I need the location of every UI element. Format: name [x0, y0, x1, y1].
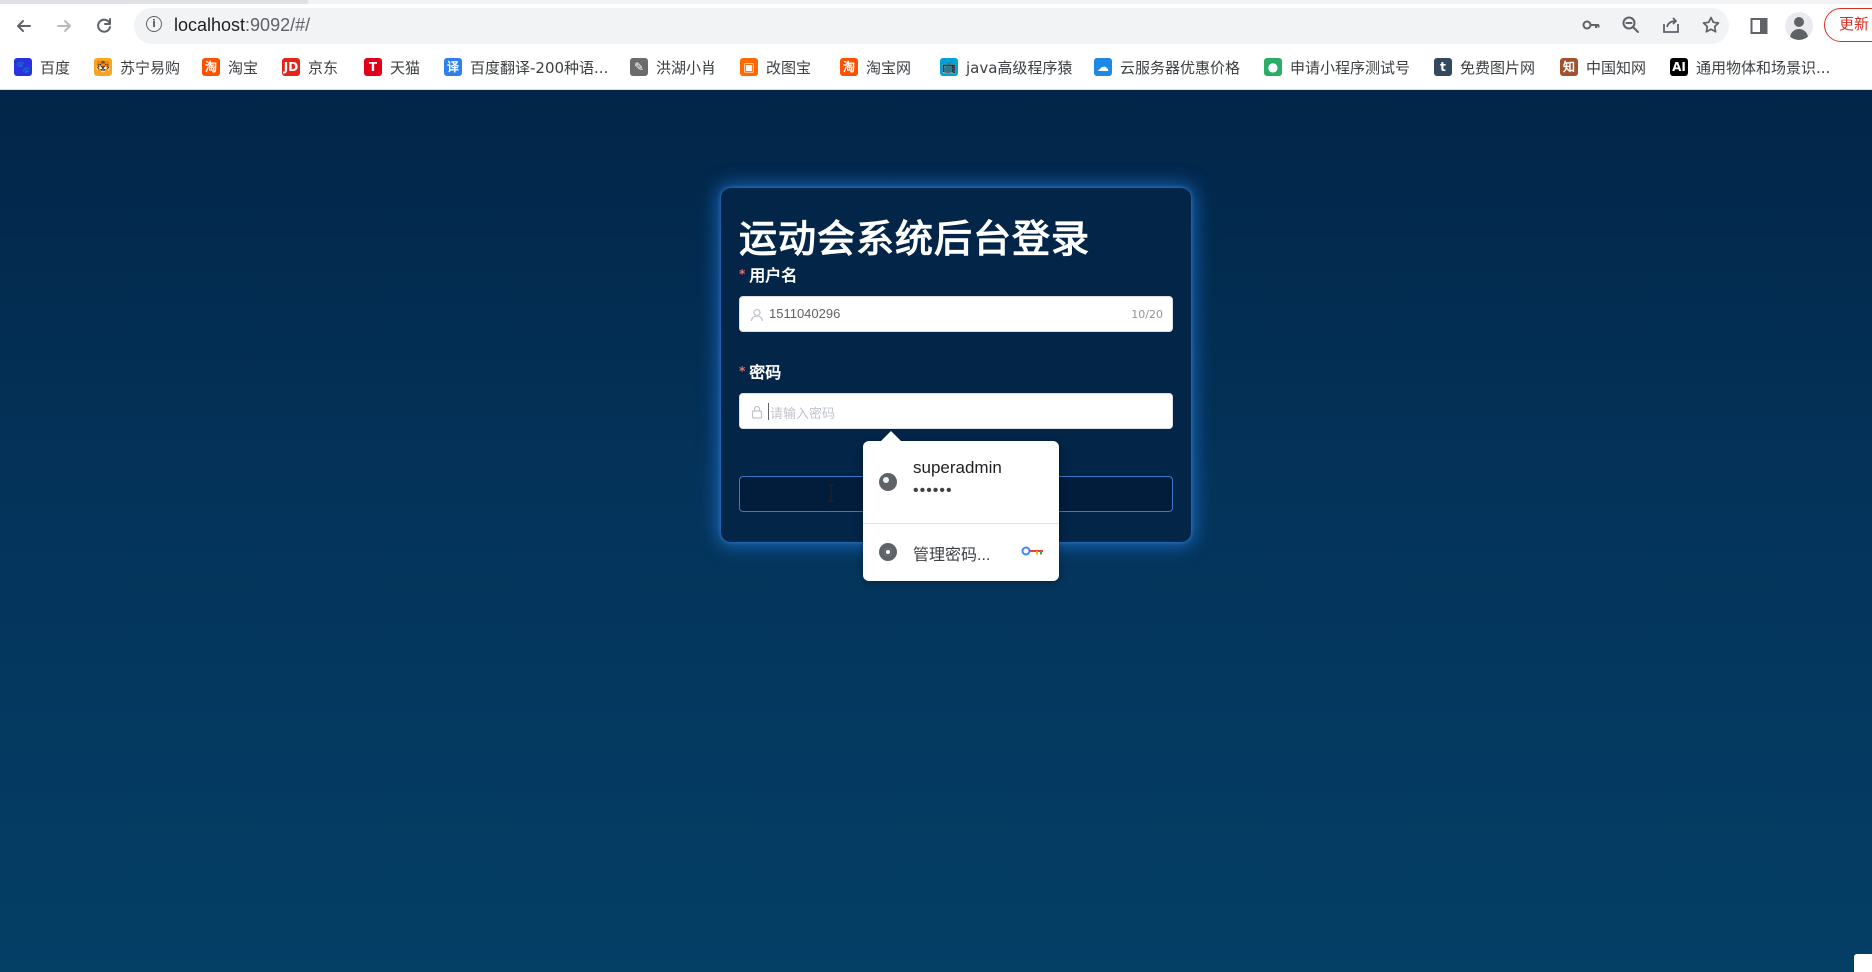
required-mark: * — [739, 267, 746, 281]
char-counter: 10/20 — [1131, 308, 1163, 321]
tab-strip-edge — [0, 0, 1872, 4]
bookmark-item[interactable]: 📺 java高级程序猿 — [940, 54, 1072, 80]
profile-icon[interactable] — [1785, 12, 1813, 40]
bookmark-item[interactable]: 淘淘宝 — [202, 54, 258, 80]
password-label-text: 密码 — [749, 363, 782, 382]
bookmark-favicon-icon: 🐯 — [94, 58, 112, 76]
bookmark-item[interactable]: 知中国知网 — [1560, 54, 1646, 80]
bookmark-item[interactable]: 🐾 百度 — [14, 54, 70, 80]
bookmarks-bar: 🐾 百度 🐯 苏宁易购淘淘宝 JD 京东 T 天猫译百度翻译-200种语... ✎ 洪湖小肖 ▣ 改图… — [0, 54, 1872, 80]
password-key-icon — [1021, 544, 1045, 556]
bookmark-favicon-icon: JD — [282, 58, 300, 76]
bookmark-label: 淘宝 — [228, 58, 259, 77]
bookmark-label: 申请小程序测试号 — [1290, 58, 1411, 77]
bookmark-favicon-icon: ☁ — [1094, 58, 1112, 76]
bookmark-item[interactable]: JD 京东 — [282, 54, 338, 80]
zoom-out-icon[interactable] — [1620, 15, 1642, 37]
bookmark-label: 淘宝网 — [866, 58, 912, 77]
bookmark-favicon-icon: ▣ — [740, 58, 758, 76]
password-label: * 密码 — [739, 359, 781, 383]
globe-icon — [879, 473, 897, 491]
bookmark-favicon-icon: 📺 — [940, 58, 958, 76]
bookmark-label: 苏宁易购 — [120, 58, 181, 77]
bookmark-label: 京东 — [308, 58, 339, 77]
url-text[interactable]: localhost:9092/#/ — [174, 15, 310, 36]
bookmark-item[interactable]: 淘淘宝网 — [840, 54, 911, 80]
password-input[interactable]: 请输入密码 — [739, 393, 1173, 429]
bookmark-label: 中国知网 — [1586, 58, 1647, 77]
bookmark-label: 通用物体和场景识... — [1696, 58, 1831, 77]
key-icon[interactable] — [1580, 15, 1602, 37]
bookmark-label: 改图宝 — [766, 58, 812, 77]
bookmark-item[interactable]: ▣ 改图宝 — [740, 54, 811, 80]
password-autofill-popup: superadmin •••••• 管理密码... — [863, 431, 1059, 581]
lock-icon — [750, 404, 764, 419]
arrow-left-icon[interactable] — [8, 10, 40, 42]
chrome-icon — [879, 543, 897, 561]
browser-toolbar: i localhost:9092/#/ 更新 🐾 百度 🐯 苏宁易购淘淘宝 JD 京东 T 天… — [0, 0, 1872, 90]
bookmark-label: java高级程序猿 — [966, 58, 1073, 77]
login-page: 运动会系统后台登录 * 用户名 1511040296 10/20 * 密码 请输入密… — [0, 90, 1872, 972]
bookmark-label: 云服务器优惠价格 — [1120, 58, 1241, 77]
saved-username: superadmin — [913, 458, 1002, 477]
bookmark-item[interactable]: T 天猫 — [364, 54, 420, 80]
saved-credential-item[interactable]: superadmin •••••• — [863, 441, 1059, 523]
side-panel-icon[interactable] — [1743, 10, 1775, 42]
bookmark-favicon-icon: 淘 — [202, 58, 220, 76]
bookmark-favicon-icon: T — [364, 58, 382, 76]
update-button[interactable]: 更新 — [1824, 8, 1872, 42]
reload-icon[interactable] — [88, 10, 120, 42]
bookmark-item[interactable]: ☁ 云服务器优惠价格 — [1094, 54, 1240, 80]
bookmark-favicon-icon: ● — [1264, 58, 1282, 76]
bookmark-favicon-icon: 译 — [444, 58, 462, 76]
bookmark-label: 百度 — [40, 58, 71, 77]
bookmark-favicon-icon: ✎ — [630, 58, 648, 76]
address-bar[interactable]: i localhost:9092/#/ — [134, 8, 1729, 44]
username-label: * 用户名 — [739, 262, 797, 286]
saved-password-mask: •••••• — [913, 482, 953, 499]
user-icon — [750, 307, 764, 322]
bookmark-item[interactable]: ✎ 洪湖小肖 — [630, 54, 716, 80]
arrow-right-icon[interactable] — [48, 10, 80, 42]
star-icon[interactable] — [1700, 15, 1722, 37]
bookmark-favicon-icon: 淘 — [840, 58, 858, 76]
bookmark-label: 洪湖小肖 — [656, 58, 717, 77]
bookmark-item[interactable]: 译百度翻译-200种语... — [444, 54, 608, 80]
bookmark-favicon-icon: 知 — [1560, 58, 1578, 76]
url-host: localhost — [174, 15, 246, 35]
page-title: 运动会系统后台登录 — [739, 217, 1091, 261]
bookmark-label: 天猫 — [390, 58, 421, 77]
manage-passwords-label: 管理密码... — [913, 547, 991, 564]
bookmark-favicon-icon: 🐾 — [14, 58, 32, 76]
bookmark-favicon-icon: t — [1434, 58, 1452, 76]
bookmark-favicon-icon: AI — [1670, 58, 1688, 76]
bookmark-item[interactable]: AI 通用物体和场景识... — [1670, 54, 1830, 80]
share-icon[interactable] — [1660, 15, 1682, 37]
bookmark-item[interactable]: 🐯 苏宁易购 — [94, 54, 180, 80]
text-caret — [768, 403, 769, 420]
info-icon[interactable]: i — [146, 16, 162, 32]
required-mark: * — [739, 364, 746, 378]
text-cursor-icon — [826, 484, 836, 502]
username-label-text: 用户名 — [749, 266, 798, 285]
bookmark-label: 免费图片网 — [1460, 58, 1536, 77]
url-path: :9092/#/ — [245, 15, 311, 35]
corner-widget — [1854, 954, 1872, 972]
password-placeholder: 请输入密码 — [770, 406, 836, 421]
bookmark-label: 百度翻译-200种语... — [470, 58, 609, 77]
username-input[interactable]: 1511040296 10/20 — [739, 296, 1173, 332]
bookmark-item[interactable]: ● 申请小程序测试号 — [1264, 54, 1410, 80]
bookmark-item[interactable]: t 免费图片网 — [1434, 54, 1535, 80]
username-value: 1511040296 — [769, 306, 841, 321]
